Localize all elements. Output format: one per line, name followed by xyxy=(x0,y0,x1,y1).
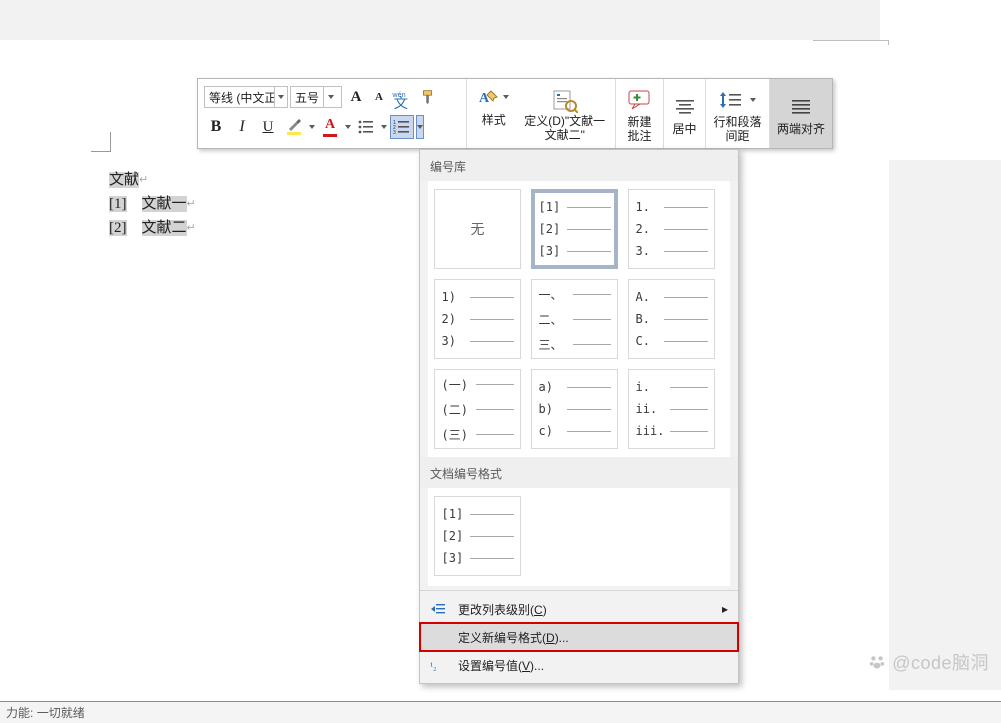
chevron-down-icon[interactable] xyxy=(274,87,287,107)
decrease-font-button[interactable]: A xyxy=(370,85,388,109)
numbering-option[interactable]: 1) 2) 3) xyxy=(434,279,521,359)
brush-icon xyxy=(419,88,437,106)
chevron-right-icon: ▸ xyxy=(722,602,728,616)
chevron-down-icon[interactable] xyxy=(323,87,337,107)
chevron-down-icon[interactable] xyxy=(380,125,388,129)
status-text: 一切就绪 xyxy=(37,704,85,721)
panel-heading-library: 编号库 xyxy=(420,150,738,181)
phonetic-guide-button[interactable]: wén文 xyxy=(390,85,414,109)
menu-define-new-number-format[interactable]: 定义新编号格式(D)... xyxy=(420,623,738,651)
styles-button[interactable]: A xyxy=(477,85,501,109)
highlight-button[interactable] xyxy=(282,115,306,139)
increase-font-button[interactable]: A xyxy=(344,85,368,109)
list-item-text[interactable]: 文献二 xyxy=(142,220,187,236)
menu-label: 更改列表级别(C) xyxy=(458,601,547,618)
document-numbering-gallery: [1] [2] [3] xyxy=(428,488,730,586)
numbering-gallery: 无 [1] [2] [3] 1. 2. 3. 1) 2) 3) 一、 二、 三、 xyxy=(428,181,730,457)
font-size-combo[interactable]: 五号 xyxy=(290,86,342,108)
new-comment-button[interactable]: 新建 批注 xyxy=(616,79,664,148)
format-painter-button[interactable] xyxy=(416,85,440,109)
floating-mini-toolbar: 等线 (中文正 五号 A A wén文 B I U xyxy=(197,78,833,149)
page-edge xyxy=(813,40,889,45)
find-style-icon xyxy=(552,89,578,113)
font-name-value: 等线 (中文正 xyxy=(205,89,274,106)
list-item-text[interactable]: 文献一 xyxy=(142,196,187,212)
numbering-dropdown-panel: 编号库 无 [1] [2] [3] 1. 2. 3. 1) 2) 3) 一、 xyxy=(419,149,739,684)
chevron-down-icon[interactable] xyxy=(344,125,352,129)
numbering-option[interactable]: [1] [2] [3] xyxy=(434,496,521,576)
bullets-icon xyxy=(357,118,375,136)
bold-button[interactable]: B xyxy=(204,115,228,139)
menu-set-numbering-value[interactable]: ¹₂ 设置编号值(V)... xyxy=(420,651,738,679)
numbering-option[interactable]: 一、 二、 三、 xyxy=(531,279,618,359)
font-name-combo[interactable]: 等线 (中文正 xyxy=(204,86,288,108)
define-label-1: 定义(D)"文献一 xyxy=(524,114,605,128)
menu-label: 设置编号值(V)... xyxy=(458,657,544,674)
list-number[interactable]: [2] xyxy=(109,220,127,236)
svg-text:文: 文 xyxy=(394,95,408,109)
line-spacing-button[interactable]: 行和段落 间距 xyxy=(706,79,770,148)
doc-heading[interactable]: 文献 xyxy=(109,172,139,188)
spacing-icon xyxy=(719,90,745,110)
watermark: @code脑洞 xyxy=(868,649,989,675)
align-center-icon xyxy=(674,98,696,116)
styles-label: 样式 xyxy=(482,111,506,128)
menu-change-list-level[interactable]: 更改列表级别(C) ▸ xyxy=(420,595,738,623)
define-label-2: 文献二" xyxy=(545,128,585,142)
define-style-button[interactable]: 定义(D)"文献一 文献二" xyxy=(517,83,613,146)
bullets-button[interactable] xyxy=(354,115,378,139)
chevron-down-icon[interactable] xyxy=(308,125,316,129)
align-justify-icon xyxy=(790,98,812,116)
chevron-down-icon[interactable] xyxy=(502,95,510,99)
status-bar: 力能: 一切就绪 xyxy=(0,701,1001,723)
numbering-icon: 123 xyxy=(393,118,411,136)
underline-button[interactable]: U xyxy=(256,115,280,139)
list-number[interactable]: [1] xyxy=(109,196,127,212)
font-color-button[interactable]: A xyxy=(318,115,342,139)
numbering-option[interactable]: [1] [2] [3] xyxy=(531,189,618,269)
styles-icon: A xyxy=(478,87,500,107)
numbering-button[interactable]: 123 xyxy=(390,115,414,139)
highlight-icon xyxy=(287,119,301,131)
numbering-option-none[interactable]: 无 xyxy=(434,189,521,269)
numbering-option[interactable]: 1. 2. 3. xyxy=(628,189,715,269)
numbering-option[interactable]: A. B. C. xyxy=(628,279,715,359)
font-size-value: 五号 xyxy=(291,89,323,106)
justify-button[interactable]: 两端对齐 xyxy=(770,79,832,148)
comment-icon xyxy=(627,89,653,111)
center-align-button[interactable]: 居中 xyxy=(664,79,706,148)
menu-label: 定义新编号格式(D)... xyxy=(458,629,569,646)
paw-icon xyxy=(868,653,886,671)
panel-heading-document: 文档编号格式 xyxy=(420,457,738,488)
indent-icon xyxy=(428,602,448,616)
set-value-icon: ¹₂ xyxy=(428,658,448,672)
page-corner xyxy=(91,132,111,152)
italic-button[interactable]: I xyxy=(230,115,254,139)
svg-text:3: 3 xyxy=(393,130,396,136)
phonetic-icon: wén文 xyxy=(390,85,414,109)
numbering-option[interactable]: a) b) c) xyxy=(531,369,618,449)
status-prefix: 力能: xyxy=(6,704,33,721)
numbering-dropdown[interactable] xyxy=(416,115,424,139)
numbering-option[interactable]: i. ii. iii. xyxy=(628,369,715,449)
numbering-option[interactable]: (一) (二) (三) xyxy=(434,369,521,449)
document-body[interactable]: 文献↵ [1] 文献一↵ [2] 文献二↵ xyxy=(109,168,196,240)
svg-text:¹₂: ¹₂ xyxy=(430,661,436,672)
